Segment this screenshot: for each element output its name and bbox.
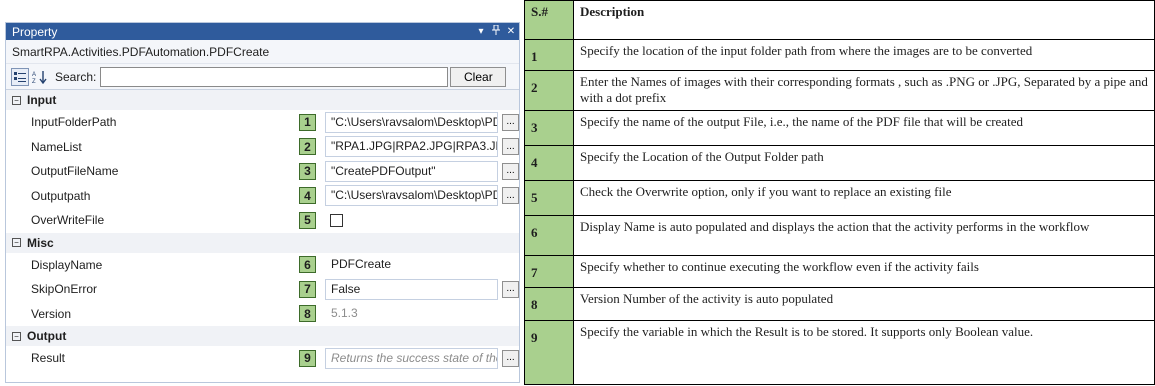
namelist-field[interactable]: "RPA1.JPG|RPA2.JPG|RPA3.JPG" [325,136,498,158]
category-misc[interactable]: − Misc [6,232,519,253]
result-field[interactable]: Returns the success state of the [325,347,498,369]
row-description: Enter the Names of images with their cor… [573,70,1155,111]
table-header-row: S.# Description [524,0,1155,40]
category-output[interactable]: − Output [6,326,519,346]
property-row-outputfilename: OutputFileName 3 "CreatePDFOutput" ... [6,159,519,184]
category-input[interactable]: − Input [6,90,519,110]
activity-class-name: SmartRPA.Activities.PDFAutomation.PDFCre… [6,40,519,64]
row-number: 8 [524,287,574,321]
categorized-view-icon[interactable] [11,67,29,86]
callout-badge: 7 [299,280,316,298]
property-row-overwritefile: OverWriteFile 5 [6,208,519,233]
search-label: Search: [55,69,97,84]
table-row: 1 Specify the location of the input fold… [524,39,1155,71]
row-number: 3 [524,110,574,146]
close-icon[interactable]: ✕ [504,26,518,37]
table-row: 5 Check the Overwrite option, only if yo… [524,180,1155,216]
sno-header: S.# [524,0,574,40]
collapse-icon[interactable]: − [12,238,21,247]
property-row-version: Version 8 5.1.3 [6,302,519,327]
property-panel: Property ▾ ✕ SmartRPA.Activities.PDFAuto… [5,22,520,383]
outputpath-field[interactable]: "C:\Users\ravsalom\Desktop\PD [325,185,498,207]
row-number: 1 [524,39,574,71]
collapse-icon[interactable]: − [12,331,21,341]
callout-badge: 8 [299,305,316,323]
browse-button[interactable]: ... [502,349,519,367]
table-row: 2 Enter the Names of images with their c… [524,70,1155,111]
row-description: Specify the location of the input folder… [573,39,1155,71]
panel-titlebar: Property ▾ ✕ [6,23,519,40]
property-name: SkipOnError [31,282,98,297]
property-row-result: Result 9 Returns the success state of th… [6,346,519,371]
table-row: 4 Specify the Location of the Output Fol… [524,145,1155,181]
property-name: Result [31,351,66,366]
property-row-inputfolderpath: InputFolderPath 1 "C:\Users\ravsalom\Des… [6,110,519,135]
displayname-field[interactable]: PDFCreate [325,254,498,275]
version-value: 5.1.3 [331,306,358,321]
svg-text:A: A [32,72,36,78]
row-number: 7 [524,255,574,288]
property-name: OverWriteFile [31,213,105,228]
row-description: Specify the name of the output File, i.e… [573,110,1155,146]
callout-badge: 1 [299,113,316,131]
table-row: 8 Version Number of the activity is auto… [524,287,1155,321]
table-row: 3 Specify the name of the output File, i… [524,110,1155,146]
inputfolderpath-field[interactable]: "C:\Users\ravsalom\Desktop\PD [325,111,498,133]
browse-button[interactable]: ... [502,187,519,205]
browse-button[interactable]: ... [502,113,519,131]
callout-badge: 5 [299,211,316,229]
description-table: S.# Description 1 Specify the location o… [524,0,1155,385]
category-label: Misc [27,235,54,250]
skiponerror-field[interactable]: False [325,278,498,300]
property-row-namelist: NameList 2 "RPA1.JPG|RPA2.JPG|RPA3.JPG" … [6,135,519,160]
callout-badge: 6 [299,256,316,274]
property-name: Outputpath [31,188,91,203]
row-description: Check the Overwrite option, only if you … [573,180,1155,216]
description-header: Description [573,0,1155,40]
row-description: Specify the Location of the Output Folde… [573,145,1155,181]
row-description: Specify whether to continue executing th… [573,255,1155,288]
clear-button[interactable]: Clear [450,66,507,87]
pin-icon[interactable] [489,24,503,38]
search-input[interactable] [100,66,449,87]
property-row-displayname: DisplayName 6 PDFCreate [6,253,519,278]
callout-badge: 2 [299,138,316,156]
sort-alphabetical-icon[interactable]: AZ [31,68,49,86]
overwrite-checkbox[interactable] [330,213,343,227]
browse-button[interactable]: ... [502,162,519,180]
table-row: 7 Specify whether to continue executing … [524,255,1155,288]
panel-title: Property [12,24,58,39]
row-number: 9 [524,320,574,385]
category-label: Input [27,93,57,107]
row-number: 6 [524,215,574,256]
browse-button[interactable]: ... [502,280,519,298]
property-name: DisplayName [31,257,103,272]
callout-badge: 9 [299,349,316,367]
property-name: OutputFileName [31,164,119,179]
row-number: 5 [524,180,574,216]
property-name: Version [31,306,72,321]
callout-badge: 4 [299,187,316,205]
property-row-skiponerror: SkipOnError 7 False ... [6,277,519,302]
row-description: Display Name is auto populated and displ… [573,215,1155,256]
browse-button[interactable]: ... [502,138,519,156]
row-description: Specify the variable in which the Result… [573,320,1155,385]
collapse-icon[interactable]: − [12,95,21,105]
property-name: NameList [31,139,82,154]
callout-badge: 3 [299,162,316,180]
property-toolbar: AZ Search: Clear [6,64,519,90]
row-description: Version Number of the activity is auto p… [573,287,1155,321]
row-number: 4 [524,145,574,181]
property-row-outputpath: Outputpath 4 "C:\Users\ravsalom\Desktop\… [6,184,519,209]
table-row: 6 Display Name is auto populated and dis… [524,215,1155,256]
category-label: Output [27,329,67,343]
outputfilename-field[interactable]: "CreatePDFOutput" [325,160,498,182]
row-number: 2 [524,70,574,111]
table-row: 9 Specify the variable in which the Resu… [524,320,1155,385]
dropdown-icon[interactable]: ▾ [474,26,488,37]
svg-text:Z: Z [32,79,36,84]
property-name: InputFolderPath [31,115,117,130]
